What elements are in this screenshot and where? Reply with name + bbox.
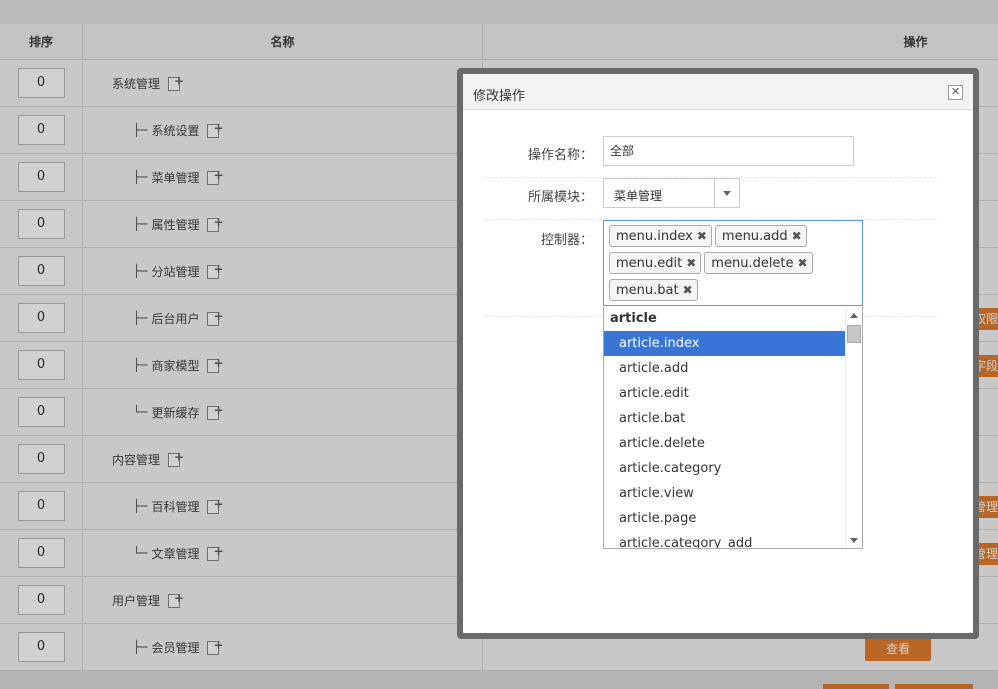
selected-chip: menu.edit ✖ xyxy=(609,252,702,274)
chip-label: menu.add xyxy=(721,229,788,244)
selected-chip: menu.index ✖ xyxy=(609,225,712,247)
scroll-down-icon[interactable] xyxy=(850,538,858,543)
remove-chip-icon[interactable]: ✖ xyxy=(686,253,696,273)
dropdown-option[interactable]: article.category xyxy=(604,456,845,481)
chip-label: menu.bat xyxy=(616,283,679,298)
remove-chip-icon[interactable]: ✖ xyxy=(683,280,693,300)
module-select-value: 菜单管理 xyxy=(614,189,663,203)
dropdown-option[interactable]: article.add xyxy=(604,356,845,381)
module-label: 所属模块： xyxy=(527,190,593,205)
dialog-title: 修改操作 xyxy=(473,89,526,104)
close-icon[interactable]: ✕ xyxy=(948,85,963,100)
chip-label: menu.index xyxy=(616,229,693,244)
chip-label: menu.delete xyxy=(711,256,794,271)
dropdown-option[interactable]: article.category_add xyxy=(604,531,845,548)
chip-label: menu.edit xyxy=(616,256,683,271)
dropdown-scrollbar[interactable] xyxy=(845,307,862,548)
controller-label: 控制器： xyxy=(540,233,593,248)
selected-chip: menu.bat ✖ xyxy=(609,279,698,301)
dropdown-group-label: article xyxy=(610,311,657,326)
controller-dropdown: article article.index article.add article.… xyxy=(603,307,863,549)
selected-chip: menu.delete ✖ xyxy=(704,252,813,274)
dropdown-option[interactable]: article.bat xyxy=(604,406,845,431)
operation-name-input[interactable]: 全部 xyxy=(603,136,854,166)
operation-name-label: 操作名称： xyxy=(527,148,593,163)
module-select[interactable]: 菜单管理 xyxy=(603,178,740,208)
edit-operation-dialog: 修改操作 ✕ 操作名称： 全部 所属模块： 菜单管理 控制器： menu.ind… xyxy=(457,68,979,639)
chevron-down-icon[interactable] xyxy=(714,179,739,207)
remove-chip-icon[interactable]: ✖ xyxy=(798,253,808,273)
dropdown-option[interactable]: article.edit xyxy=(604,381,845,406)
selected-chip: menu.add ✖ xyxy=(714,225,807,247)
remove-chip-icon[interactable]: ✖ xyxy=(792,226,802,246)
controller-multiselect[interactable]: menu.index ✖ menu.add ✖menu.edit ✖ menu.delet… xyxy=(603,220,863,306)
dropdown-option[interactable]: article.page xyxy=(604,506,845,531)
scroll-up-icon[interactable] xyxy=(850,313,858,318)
dialog-titlebar: 修改操作 ✕ xyxy=(463,74,973,110)
dropdown-option[interactable]: article.view xyxy=(604,481,845,506)
dropdown-option[interactable]: article.index xyxy=(604,331,845,356)
scrollbar-thumb[interactable] xyxy=(847,325,861,343)
remove-chip-icon[interactable]: ✖ xyxy=(697,226,707,246)
dropdown-option[interactable]: article.delete xyxy=(604,431,845,456)
